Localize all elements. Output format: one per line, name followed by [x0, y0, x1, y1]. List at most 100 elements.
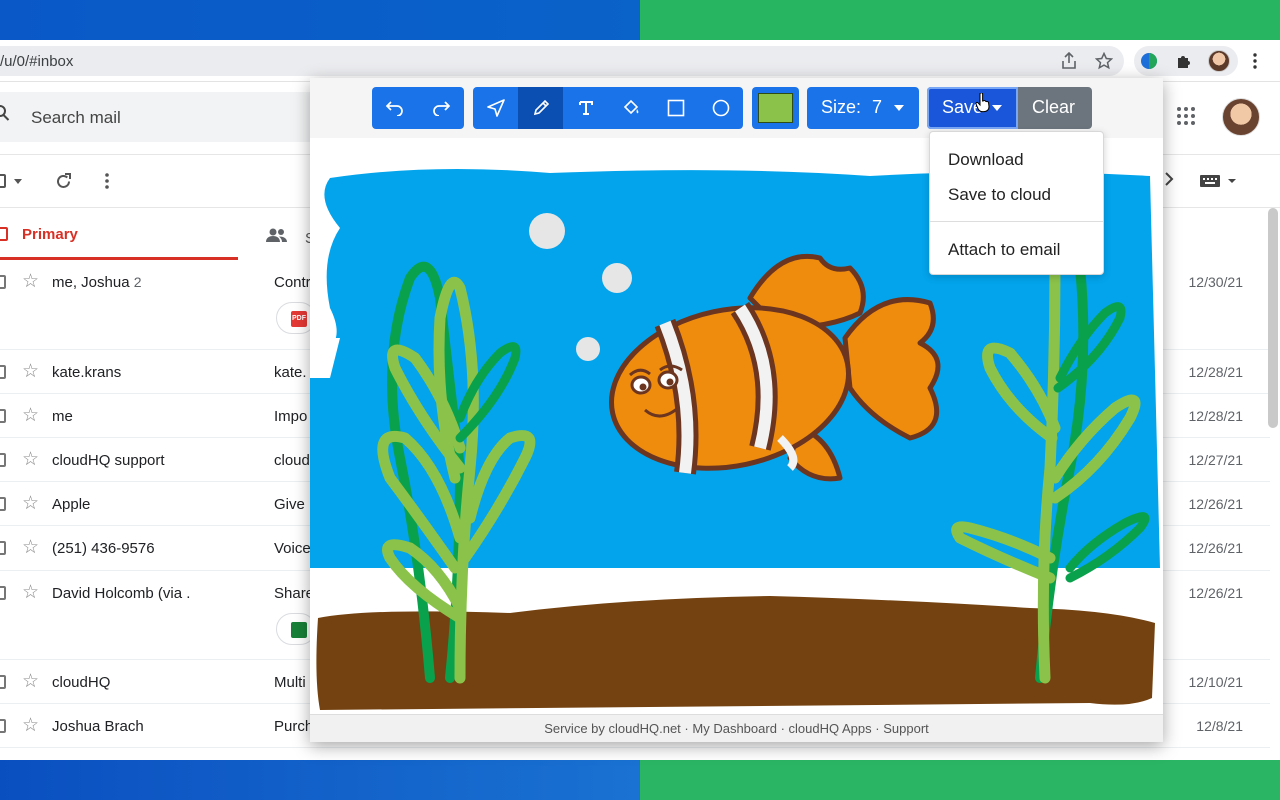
row-checkbox[interactable]	[0, 541, 6, 555]
sender-name: me, Joshua	[52, 274, 130, 291]
email-sender: David Holcomb (via .	[52, 585, 190, 602]
star-icon[interactable]: ☆	[22, 581, 39, 604]
save-button[interactable]: Save	[927, 87, 1018, 129]
email-sender: Joshua Brach	[52, 718, 144, 735]
pencil-icon[interactable]	[518, 87, 563, 129]
save-dropdown-menu: Download Save to cloud Attach to email	[929, 131, 1104, 275]
email-sender: cloudHQ support	[52, 452, 165, 469]
tools-group	[473, 87, 743, 129]
email-subject: Give	[274, 496, 305, 513]
email-subject: Impo	[274, 408, 308, 425]
footer-link-support[interactable]: Support	[883, 721, 929, 736]
bubble	[529, 213, 565, 249]
thread-count: 2	[133, 274, 142, 290]
select-all-checkbox[interactable]	[0, 174, 6, 188]
scrollbar[interactable]	[1268, 208, 1278, 428]
email-date: 12/8/21	[1196, 718, 1243, 734]
social-people-icon[interactable]	[266, 228, 288, 247]
row-checkbox[interactable]	[0, 365, 6, 379]
footer-brand-link[interactable]: cloudHQ.net	[609, 721, 681, 736]
next-page-icon[interactable]	[1164, 172, 1174, 191]
rectangle-icon[interactable]	[653, 87, 698, 129]
redo-icon[interactable]	[418, 87, 464, 129]
email-date: 12/30/21	[1188, 274, 1244, 290]
star-icon[interactable]: ☆	[22, 360, 39, 383]
star-icon[interactable]: ☆	[22, 404, 39, 427]
history-group	[372, 87, 464, 129]
row-checkbox[interactable]	[0, 453, 6, 467]
menu-divider	[930, 221, 1103, 222]
bookmark-star-icon[interactable]	[1092, 49, 1116, 73]
row-checkbox[interactable]	[0, 719, 6, 733]
menu-item-attach-to-email[interactable]: Attach to email	[948, 240, 1060, 260]
sender-name: me	[52, 408, 73, 425]
undo-icon[interactable]	[372, 87, 418, 129]
email-sender: Apple	[52, 496, 90, 513]
color-swatch	[758, 93, 793, 123]
footer-link-apps[interactable]: cloudHQ Apps	[789, 721, 872, 736]
row-checkbox[interactable]	[0, 275, 6, 289]
sender-name: cloudHQ support	[52, 452, 165, 469]
row-checkbox[interactable]	[0, 409, 6, 423]
star-icon[interactable]: ☆	[22, 492, 39, 515]
bubble	[576, 337, 600, 361]
email-subject: Contr	[274, 274, 310, 291]
email-sender: me	[52, 408, 73, 425]
refresh-icon[interactable]	[54, 172, 73, 196]
email-subject: Multi	[274, 674, 306, 691]
search-input[interactable]: Search mail	[31, 108, 121, 128]
email-subject: Voice	[274, 540, 310, 557]
select-arrow-icon[interactable]	[473, 87, 518, 129]
more-icon[interactable]	[1243, 49, 1267, 73]
email-date: 12/10/21	[1188, 674, 1244, 690]
fill-bucket-icon[interactable]	[608, 87, 653, 129]
size-dropdown-button[interactable]: Size: 7	[807, 87, 919, 129]
pdf-icon: PDF	[291, 311, 307, 327]
footer-separator: ·	[875, 721, 880, 736]
email-subject: cloud	[274, 452, 310, 469]
clear-label: Clear	[1032, 97, 1076, 117]
color-picker-button[interactable]	[752, 87, 799, 129]
star-icon[interactable]: ☆	[22, 670, 39, 693]
search-icon[interactable]	[0, 104, 10, 127]
sender-name: Apple	[52, 496, 91, 513]
account-avatar[interactable]	[1222, 98, 1260, 136]
email-date: 12/28/21	[1188, 364, 1244, 380]
google-apps-icon[interactable]	[1176, 106, 1196, 131]
sheets-icon	[291, 622, 307, 638]
profile-avatar[interactable]	[1207, 49, 1231, 73]
email-date: 12/27/21	[1188, 452, 1244, 468]
puzzle-icon[interactable]	[1172, 49, 1196, 73]
email-date: 12/26/21	[1188, 585, 1244, 601]
select-dropdown-icon[interactable]	[14, 179, 22, 184]
row-checkbox[interactable]	[0, 675, 6, 689]
email-subject: Share	[274, 585, 310, 602]
more-actions-icon[interactable]	[105, 172, 109, 195]
keyboard-icon[interactable]	[1200, 174, 1238, 193]
sender-name: cloudHQ	[52, 674, 111, 691]
clear-button[interactable]: Clear	[1018, 87, 1092, 129]
star-icon[interactable]: ☆	[22, 714, 39, 737]
tab-primary-label: Primary	[22, 226, 78, 243]
share-icon[interactable]	[1057, 49, 1081, 73]
url-field[interactable]: /u/0/#inbox	[0, 46, 1124, 76]
url-text[interactable]: /u/0/#inbox	[0, 53, 73, 70]
circle-icon[interactable]	[698, 87, 743, 129]
row-checkbox[interactable]	[0, 586, 6, 600]
row-checkbox[interactable]	[0, 497, 6, 511]
text-icon[interactable]	[563, 87, 608, 129]
footer-link-dashboard[interactable]: My Dashboard	[692, 721, 777, 736]
background-band-top	[0, 0, 1280, 40]
cloudhq-extension-icon[interactable]	[1137, 49, 1161, 73]
email-date: 12/26/21	[1188, 540, 1244, 556]
tab-primary[interactable]: Primary	[0, 208, 238, 260]
sender-name: Joshua Brach	[52, 718, 144, 735]
size-value: 7	[872, 97, 883, 117]
star-icon[interactable]: ☆	[22, 536, 39, 559]
email-subject: Purch	[274, 718, 310, 735]
star-icon[interactable]: ☆	[22, 448, 39, 471]
menu-item-download[interactable]: Download	[948, 150, 1024, 170]
menu-item-save-to-cloud[interactable]: Save to cloud	[948, 185, 1051, 205]
drawing-toolbar: Size: 7 Save Clear	[310, 78, 1163, 138]
star-icon[interactable]: ☆	[22, 270, 39, 293]
